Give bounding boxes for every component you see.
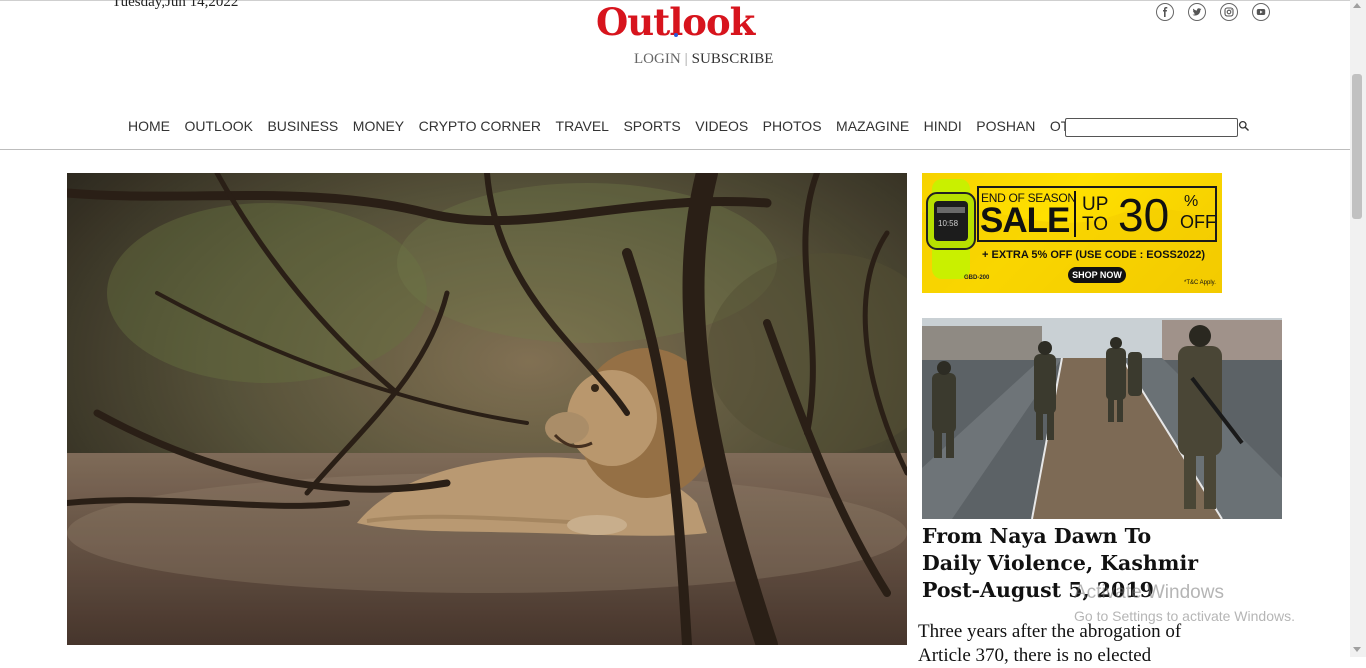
ad-sale-text: SALE — [980, 201, 1070, 240]
hero-image[interactable] — [67, 173, 907, 645]
social-links — [1156, 3, 1270, 21]
story-desc-line: Article 370, there is no elected — [918, 645, 1152, 666]
facebook-icon[interactable] — [1156, 3, 1174, 21]
twitter-icon[interactable] — [1188, 3, 1206, 21]
ad-tc-text: *T&C Apply. — [1184, 280, 1216, 286]
nav-item-videos[interactable]: VIDEOS — [695, 118, 748, 134]
auth-links: LOGIN | SUBSCRIBE — [634, 51, 773, 68]
scrollbar-thumb[interactable] — [1352, 74, 1362, 219]
story-summary: Three years after the abrogation of Arti… — [918, 620, 1218, 668]
scroll-down-icon[interactable] — [1353, 647, 1361, 652]
ad-percent-sign: % — [1184, 193, 1199, 210]
nav-item-business[interactable]: BUSINESS — [267, 118, 338, 134]
nav-item-home[interactable]: HOME — [128, 118, 170, 134]
story-soldiers-photo — [922, 318, 1282, 519]
nav-item-poshan[interactable]: POSHAN — [976, 118, 1035, 134]
login-link[interactable]: LOGIN — [634, 51, 681, 67]
ad-model-text: GBD-200 — [964, 275, 990, 281]
scroll-up-icon[interactable] — [1353, 3, 1361, 8]
page-scrollbar[interactable] — [1350, 0, 1366, 657]
windows-activation-watermark: Activate Windows Go to Settings to activ… — [1074, 582, 1295, 624]
watermark-line1: Activate Windows — [1074, 582, 1224, 603]
search-input[interactable] — [1065, 118, 1238, 137]
story-title-line: From Naya Dawn To — [922, 524, 1152, 548]
story-title-line: Daily Violence, Kashmir — [922, 551, 1199, 575]
ad-extra-text: + EXTRA 5% OFF (USE CODE : EOSS2022) — [982, 249, 1206, 261]
main-nav: HOME OUTLOOK BUSINESS MONEY CRYPTO CORNE… — [128, 118, 1123, 134]
instagram-icon[interactable] — [1220, 3, 1238, 21]
outlook-logo[interactable]: Outlook — [596, 0, 796, 44]
watermark-line2: Go to Settings to activate Windows. — [1074, 608, 1295, 624]
subscribe-link[interactable]: SUBSCRIBE — [692, 51, 774, 67]
watch-time: 10:58 — [938, 219, 959, 228]
nav-item-sports[interactable]: SPORTS — [623, 118, 680, 134]
nav-item-photos[interactable]: PHOTOS — [763, 118, 822, 134]
nav-item-crypto-corner[interactable]: CRYPTO CORNER — [419, 118, 541, 134]
ad-percent: 30 — [1118, 189, 1170, 241]
search-icon[interactable] — [1238, 120, 1250, 132]
ad-banner[interactable]: 10:58 GBD-200 END OF SEASON SALE UP TO 3… — [922, 173, 1222, 293]
logo-text: Outlook — [596, 0, 755, 44]
hero-lion-photo — [67, 173, 907, 645]
current-date: Tuesday,Jun 14,2022 — [112, 0, 239, 10]
shop-now-button[interactable]: SHOP NOW — [1068, 267, 1126, 283]
nav-item-hindi[interactable]: HINDI — [924, 118, 962, 134]
logo-dot — [674, 33, 678, 37]
ad-upto-text: UP TO — [1082, 194, 1109, 235]
ad-divider — [1074, 191, 1076, 237]
nav-item-money[interactable]: MONEY — [353, 118, 404, 134]
ad-off-text: OFF — [1180, 212, 1216, 232]
nav-item-outlook[interactable]: OUTLOOK — [185, 118, 253, 134]
auth-separator: | — [684, 51, 688, 67]
nav-divider — [0, 149, 1350, 150]
nav-item-travel[interactable]: TRAVEL — [556, 118, 609, 134]
story-image[interactable] — [922, 318, 1282, 519]
nav-item-mazagine[interactable]: MAZAGINE — [836, 118, 909, 134]
youtube-icon[interactable] — [1252, 3, 1270, 21]
